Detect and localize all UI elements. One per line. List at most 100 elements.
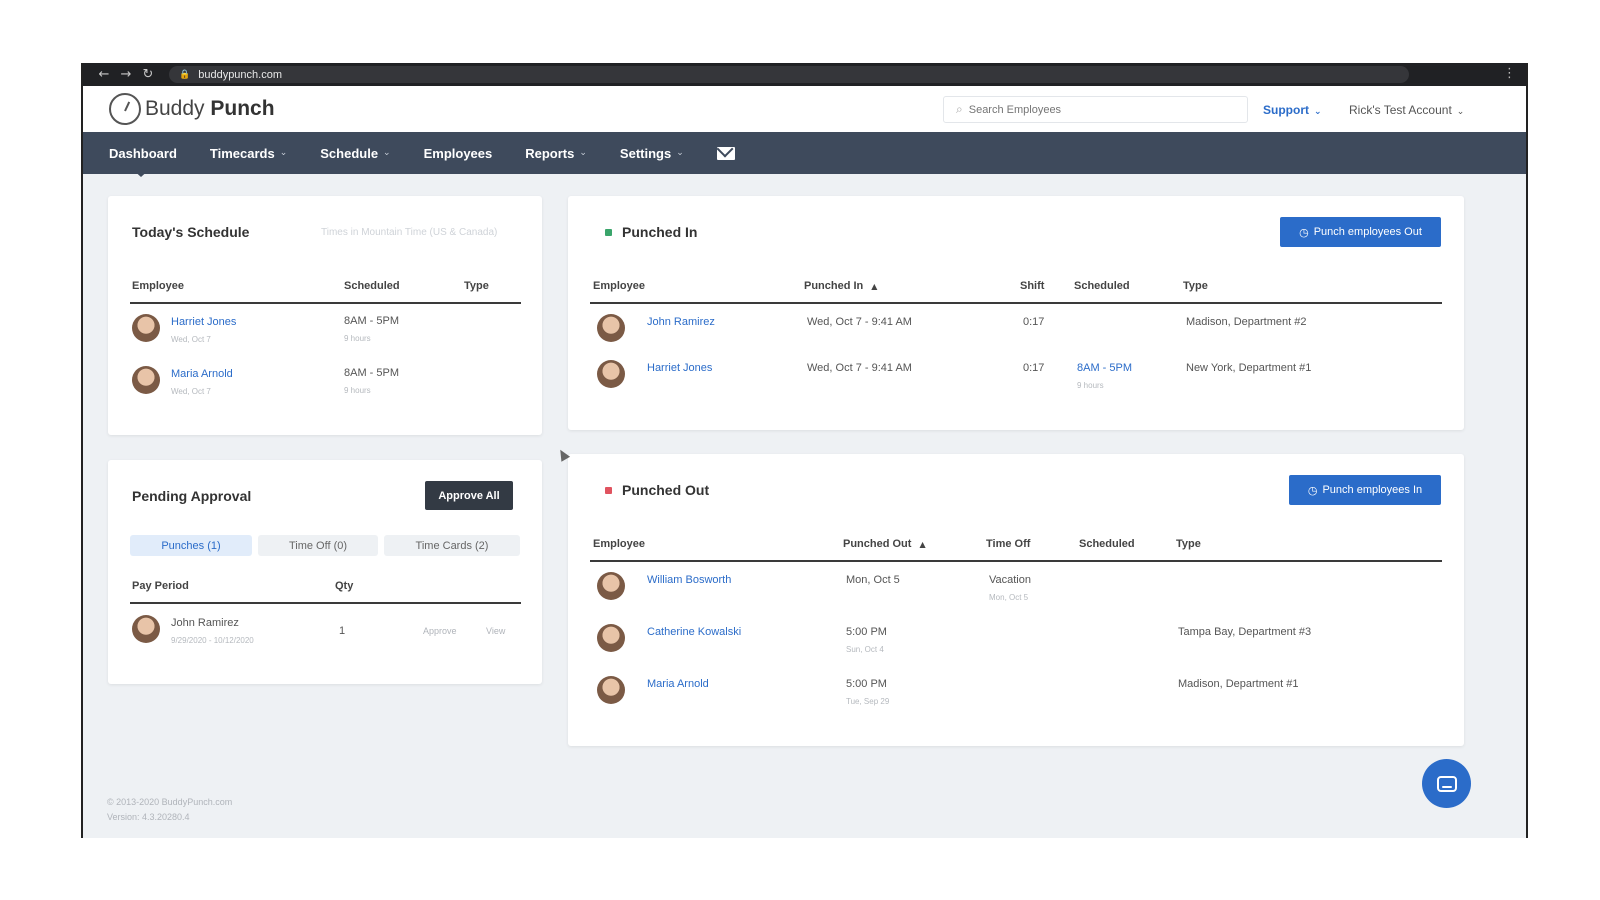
tab-time-cards[interactable]: Time Cards (2) — [384, 535, 520, 556]
nav-schedule[interactable]: Schedule ⌄ — [320, 146, 390, 161]
avatar — [597, 572, 625, 600]
avatar — [597, 676, 625, 704]
column-header[interactable]: Type — [1183, 280, 1208, 292]
search-box[interactable]: ⌕ — [943, 96, 1248, 123]
sort-asc-icon: ▲ — [871, 282, 878, 291]
scheduled-hours: 9 hours — [1077, 381, 1104, 390]
employee-link[interactable]: Harriet Jones — [647, 362, 712, 374]
status-indicator-red — [605, 487, 612, 494]
url-text: buddypunch.com — [198, 68, 282, 81]
view-link[interactable]: View — [486, 626, 505, 636]
department: New York, Department #1 — [1186, 362, 1312, 374]
todays-schedule-card: Today's Schedule Times in Mountain Time … — [108, 196, 542, 435]
approve-all-button[interactable]: Approve All — [425, 481, 513, 510]
avatar — [132, 615, 160, 643]
time-off-type: Vacation — [989, 574, 1031, 586]
punched-out-time: 5:00 PM — [846, 678, 887, 690]
nav-reports[interactable]: Reports ⌄ — [525, 146, 587, 161]
envelope-icon — [716, 146, 735, 160]
clock-icon: ◷ — [1307, 483, 1318, 497]
search-input[interactable] — [968, 103, 1219, 116]
column-header[interactable]: Scheduled — [1074, 280, 1130, 292]
search-icon: ⌕ — [956, 102, 963, 116]
department: Tampa Bay, Department #3 — [1178, 626, 1312, 638]
address-bar[interactable]: 🔒 buddypunch.com — [169, 66, 1409, 83]
scheduled-time: 8AM - 5PM — [344, 315, 400, 327]
nav-timecards[interactable]: Timecards ⌄ — [210, 146, 287, 161]
column-header-sort[interactable]: Punched In ▲ — [804, 280, 877, 292]
column-header[interactable]: Time Off — [986, 538, 1030, 550]
browser-window: ← → ↻ 🔒 buddypunch.com ⋮ Buddy Punch ⌕ S… — [81, 63, 1528, 838]
department: Madison, Department #2 — [1186, 316, 1307, 328]
scheduled-time: 8AM - 5PM — [344, 367, 400, 379]
department: Madison, Department #1 — [1178, 678, 1299, 690]
punched-out-date: Sun, Oct 4 — [846, 645, 884, 654]
employee-link[interactable]: William Bosworth — [647, 574, 731, 586]
logo-text: Buddy Punch — [145, 97, 275, 120]
approve-link[interactable]: Approve — [423, 626, 457, 636]
tab-time-off[interactable]: Time Off (0) — [258, 535, 378, 556]
employee-link[interactable]: Harriet Jones — [171, 316, 236, 328]
avatar — [597, 314, 625, 342]
nav-settings[interactable]: Settings ⌄ — [620, 146, 684, 161]
support-menu[interactable]: Support ⌄ — [1263, 103, 1322, 117]
column-header[interactable]: Qty — [335, 580, 353, 592]
chevron-down-icon: ⌄ — [1314, 107, 1322, 117]
column-header[interactable]: Employee — [132, 280, 184, 292]
table-divider — [130, 602, 521, 604]
nav-messages[interactable] — [716, 146, 735, 160]
pending-approval-card: Pending Approval Approve All Punches (1)… — [108, 460, 542, 684]
pay-period: 9/29/2020 - 10/12/2020 — [171, 636, 254, 645]
column-header-sort[interactable]: Punched Out ▲ — [843, 538, 926, 550]
employee-link[interactable]: Catherine Kowalski — [647, 626, 741, 638]
punched-out-time: 5:00 PM — [846, 626, 887, 638]
chat-icon — [1436, 775, 1457, 792]
employee-link[interactable]: Maria Arnold — [647, 678, 709, 690]
chevron-down-icon: ⌄ — [279, 148, 288, 158]
status-indicator-green — [605, 229, 612, 236]
employee-link[interactable]: Maria Arnold — [171, 368, 233, 380]
schedule-date: Wed, Oct 7 — [171, 335, 211, 344]
avatar — [132, 366, 160, 394]
clock-icon: ◷ — [1299, 225, 1309, 239]
logo[interactable]: Buddy Punch — [109, 93, 275, 125]
chevron-down-icon: ⌄ — [676, 148, 684, 158]
column-header[interactable]: Type — [464, 280, 489, 292]
punch-employees-in-button[interactable]: ◷ Punch employees In — [1289, 475, 1441, 505]
column-header[interactable]: Shift — [1020, 280, 1044, 292]
punched-out-card: Punched Out ◷ Punch employees In Employee… — [568, 454, 1464, 746]
timezone-note: Times in Mountain Time (US & Canada) — [321, 227, 498, 238]
forward-icon[interactable]: → — [115, 67, 137, 82]
nav-dashboard[interactable]: Dashboard — [109, 146, 177, 177]
shift-duration: 0:17 — [1023, 316, 1045, 328]
table-divider — [590, 560, 1442, 562]
card-title: Today's Schedule — [132, 224, 250, 240]
column-header[interactable]: Scheduled — [1079, 538, 1135, 550]
punched-in-time: Wed, Oct 7 - 9:41 AM — [807, 316, 912, 328]
column-header[interactable]: Type — [1176, 538, 1201, 550]
nav-employees[interactable]: Employees — [424, 146, 493, 161]
reload-icon[interactable]: ↻ — [137, 67, 159, 82]
account-menu[interactable]: Rick's Test Account ⌄ — [1349, 103, 1464, 117]
column-header[interactable]: Employee — [593, 538, 645, 550]
column-header[interactable]: Pay Period — [132, 580, 189, 592]
column-header[interactable]: Employee — [593, 280, 645, 292]
punched-in-time: Wed, Oct 7 - 9:41 AM — [807, 362, 912, 374]
column-header[interactable]: Scheduled — [344, 280, 400, 292]
qty: 1 — [339, 625, 346, 637]
card-title: Pending Approval — [132, 488, 252, 504]
card-title: Punched In — [622, 224, 698, 240]
scheduled-hours: 9 hours — [344, 334, 371, 343]
browser-menu-icon[interactable]: ⋮ — [1503, 66, 1516, 81]
time-off-date: Mon, Oct 5 — [989, 593, 1029, 602]
chevron-down-icon: ⌄ — [1456, 107, 1465, 117]
tab-punches[interactable]: Punches (1) — [130, 535, 252, 556]
chat-launcher-button[interactable] — [1422, 759, 1471, 808]
back-icon[interactable]: ← — [93, 67, 115, 82]
employee-link[interactable]: John Ramirez — [647, 316, 715, 328]
scheduled-hours: 9 hours — [344, 386, 371, 395]
table-divider — [590, 302, 1442, 304]
punched-in-card: Punched In ◷ Punch employees Out Employee… — [568, 196, 1464, 430]
punch-employees-out-button[interactable]: ◷ Punch employees Out — [1280, 217, 1441, 247]
avatar — [597, 360, 625, 388]
